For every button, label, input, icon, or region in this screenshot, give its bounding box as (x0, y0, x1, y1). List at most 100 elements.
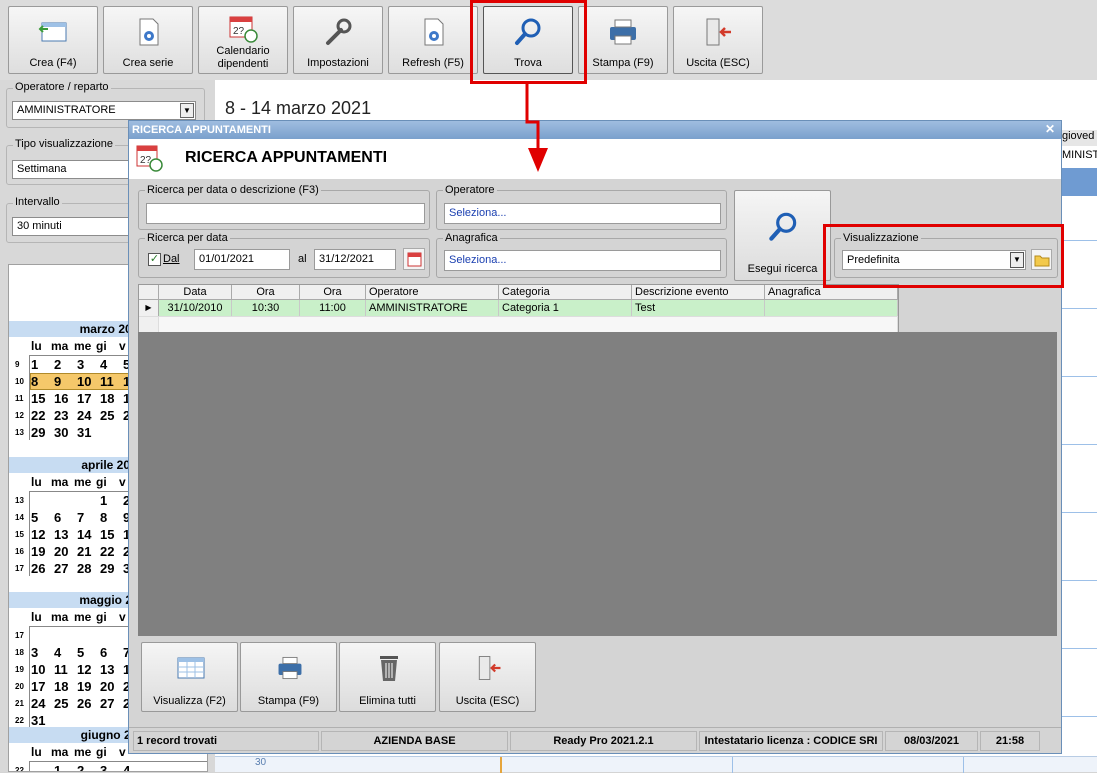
calendar-day[interactable]: 24 (31, 696, 54, 711)
esegui-ricerca-button[interactable]: Esegui ricerca (734, 190, 831, 281)
calendar-day[interactable]: 18 (100, 391, 123, 406)
calendar-day[interactable]: 25 (54, 696, 77, 711)
calendar-day[interactable]: 1 (31, 357, 54, 372)
date-to-input[interactable]: 31/12/2021 (314, 249, 396, 270)
calendar-day[interactable]: 22 (31, 408, 54, 423)
column-header[interactable]: Operatore (366, 285, 499, 300)
calendar-day[interactable]: 15 (31, 391, 54, 406)
crea-serie-button[interactable]: Crea serie (103, 6, 193, 74)
calendar-day[interactable]: 28 (77, 561, 100, 576)
row-selector-icon[interactable]: ▶ (139, 300, 159, 316)
table-cell[interactable] (765, 300, 898, 316)
stampa-dialog-button[interactable]: Stampa (F9) (240, 642, 337, 712)
calendar-picker-button[interactable] (403, 248, 425, 270)
calendar-day[interactable]: 16 (54, 391, 77, 406)
calendar-day[interactable]: 12 (31, 527, 54, 542)
calendar-day[interactable]: 2 (54, 357, 77, 372)
calendar-day[interactable]: 29 (100, 561, 123, 576)
calendar-day[interactable]: 20 (54, 544, 77, 559)
column-header[interactable]: Ora (300, 285, 366, 300)
close-icon[interactable]: ✕ (1045, 121, 1055, 138)
new-row[interactable] (159, 316, 898, 332)
calendar-day[interactable]: 6 (54, 510, 77, 525)
calendario-dipendenti-button[interactable]: 2? Calendario dipendenti (198, 6, 288, 74)
calendar-day[interactable]: 8 (100, 510, 123, 525)
visualizza-button[interactable]: Visualizza (F2) (141, 642, 238, 712)
column-header[interactable]: Descrizione evento (632, 285, 765, 300)
calendar-day[interactable]: 9 (54, 374, 77, 389)
anagrafica-filter-input[interactable]: Seleziona... (444, 250, 721, 271)
refresh-button[interactable]: Refresh (F5) (388, 6, 478, 74)
impostazioni-button[interactable]: Impostazioni (293, 6, 383, 74)
calendar-day[interactable]: 11 (54, 662, 77, 677)
operatore-filter-input[interactable]: Seleziona... (444, 203, 721, 224)
calendar-day[interactable]: 25 (100, 408, 123, 423)
calendar-day[interactable]: 30 (54, 425, 77, 440)
new-row-selector[interactable] (139, 316, 159, 332)
table-cell[interactable]: 10:30 (232, 300, 300, 316)
calendar-day[interactable]: 11 (100, 374, 123, 389)
calendar-day[interactable]: 29 (31, 425, 54, 440)
calendar-day[interactable]: 19 (31, 544, 54, 559)
calendar-day[interactable]: 7 (77, 510, 100, 525)
calendar-day[interactable]: 10 (31, 662, 54, 677)
calendar-day[interactable]: 10 (77, 374, 100, 389)
calendar-day[interactable]: 6 (100, 645, 123, 660)
stampa-button[interactable]: Stampa (F9) (578, 6, 668, 74)
calendar-day[interactable]: 26 (31, 561, 54, 576)
calendar-day[interactable]: 4 (123, 763, 146, 771)
calendar-day[interactable]: 26 (77, 696, 100, 711)
intervallo-value: 30 minuti (17, 220, 62, 232)
search-desc-input[interactable] (146, 203, 425, 224)
date-from-input[interactable]: 01/01/2021 (194, 249, 290, 270)
crea-label: Crea (F4) (29, 57, 77, 69)
calendar-day[interactable]: 5 (77, 645, 100, 660)
calendar-day[interactable]: 31 (77, 425, 100, 440)
calendar-day[interactable]: 17 (31, 679, 54, 694)
dal-checkbox[interactable]: ✓ (148, 253, 161, 266)
calendar-day[interactable]: 4 (100, 357, 123, 372)
calendar-day[interactable]: 12 (77, 662, 100, 677)
chevron-down-icon[interactable]: ▼ (180, 103, 194, 118)
calendar-day[interactable]: 1 (54, 763, 77, 771)
calendar-day[interactable]: 3 (100, 763, 123, 771)
calendar-day[interactable]: 20 (100, 679, 123, 694)
column-header[interactable]: Data (159, 285, 232, 300)
document-gear-icon (139, 18, 159, 46)
calendar-day[interactable]: 24 (77, 408, 100, 423)
calendar-day[interactable]: 5 (31, 510, 54, 525)
calendar-day[interactable]: 27 (54, 561, 77, 576)
calendar-day[interactable]: 22 (100, 544, 123, 559)
elimina-tutti-button[interactable]: Elimina tutti (339, 642, 436, 712)
table-cell[interactable]: 11:00 (300, 300, 366, 316)
calendar-day[interactable]: 14 (77, 527, 100, 542)
calendar-day[interactable]: 13 (100, 662, 123, 677)
calendar-day[interactable]: 23 (54, 408, 77, 423)
table-cell[interactable]: Categoria 1 (499, 300, 632, 316)
calendar-day[interactable]: 21 (77, 544, 100, 559)
calendar-day[interactable]: 4 (54, 645, 77, 660)
table-cell[interactable]: Test (632, 300, 765, 316)
uscita-button[interactable]: Uscita (ESC) (673, 6, 763, 74)
calendar-day[interactable]: 18 (54, 679, 77, 694)
column-header[interactable]: Categoria (499, 285, 632, 300)
calendar-day[interactable]: 1 (100, 493, 123, 508)
calendar-day[interactable]: 31 (31, 713, 54, 728)
calendar-day[interactable]: 8 (31, 374, 54, 389)
calendar-day[interactable]: 15 (100, 527, 123, 542)
table-cell[interactable]: 31/10/2010 (159, 300, 232, 316)
calendar-day[interactable]: 2 (77, 763, 100, 771)
calendar-day[interactable]: 13 (54, 527, 77, 542)
grid-line (1062, 580, 1097, 581)
column-header[interactable]: Ora (232, 285, 300, 300)
uscita-dialog-button[interactable]: Uscita (ESC) (439, 642, 536, 712)
operatore-select[interactable]: AMMINISTRATORE ▼ (12, 101, 196, 120)
calendar-day[interactable]: 3 (77, 357, 100, 372)
calendar-day[interactable]: 27 (100, 696, 123, 711)
calendar-day[interactable]: 19 (77, 679, 100, 694)
table-cell[interactable]: AMMINISTRATORE (366, 300, 499, 316)
calendar-day[interactable]: 3 (31, 645, 54, 660)
crea-button[interactable]: Crea (F4) (8, 6, 98, 74)
calendar-day[interactable]: 17 (77, 391, 100, 406)
calendar-divider (29, 761, 207, 762)
